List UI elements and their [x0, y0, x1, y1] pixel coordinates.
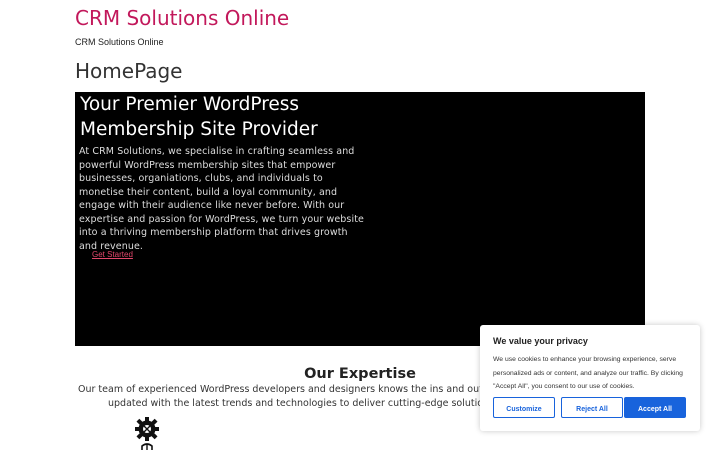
cookie-consent-banner: We value your privacy We use cookies to …: [480, 325, 700, 431]
site-title-link[interactable]: CRM Solutions Online: [75, 6, 289, 30]
page-title: HomePage: [75, 59, 183, 83]
get-started-link[interactable]: Get Started: [92, 250, 133, 259]
customize-button[interactable]: Customize: [493, 397, 555, 418]
cookie-banner-title: We value your privacy: [493, 336, 588, 346]
cookie-banner-text: We use cookies to enhance your browsing …: [493, 356, 683, 390]
hero-description: At CRM Solutions, we specialise in craft…: [79, 146, 364, 252]
reject-all-button[interactable]: Reject All: [561, 397, 623, 418]
gear-icon: [135, 417, 159, 450]
hero-heading: Your Premier WordPress Membership Site P…: [80, 94, 318, 140]
site-tagline: CRM Solutions Online: [75, 37, 164, 47]
hero-section: Your Premier WordPress Membership Site P…: [75, 92, 645, 346]
accept-all-button[interactable]: Accept All: [624, 397, 686, 418]
expertise-text-line: Our team of experienced WordPress develo…: [78, 384, 500, 395]
